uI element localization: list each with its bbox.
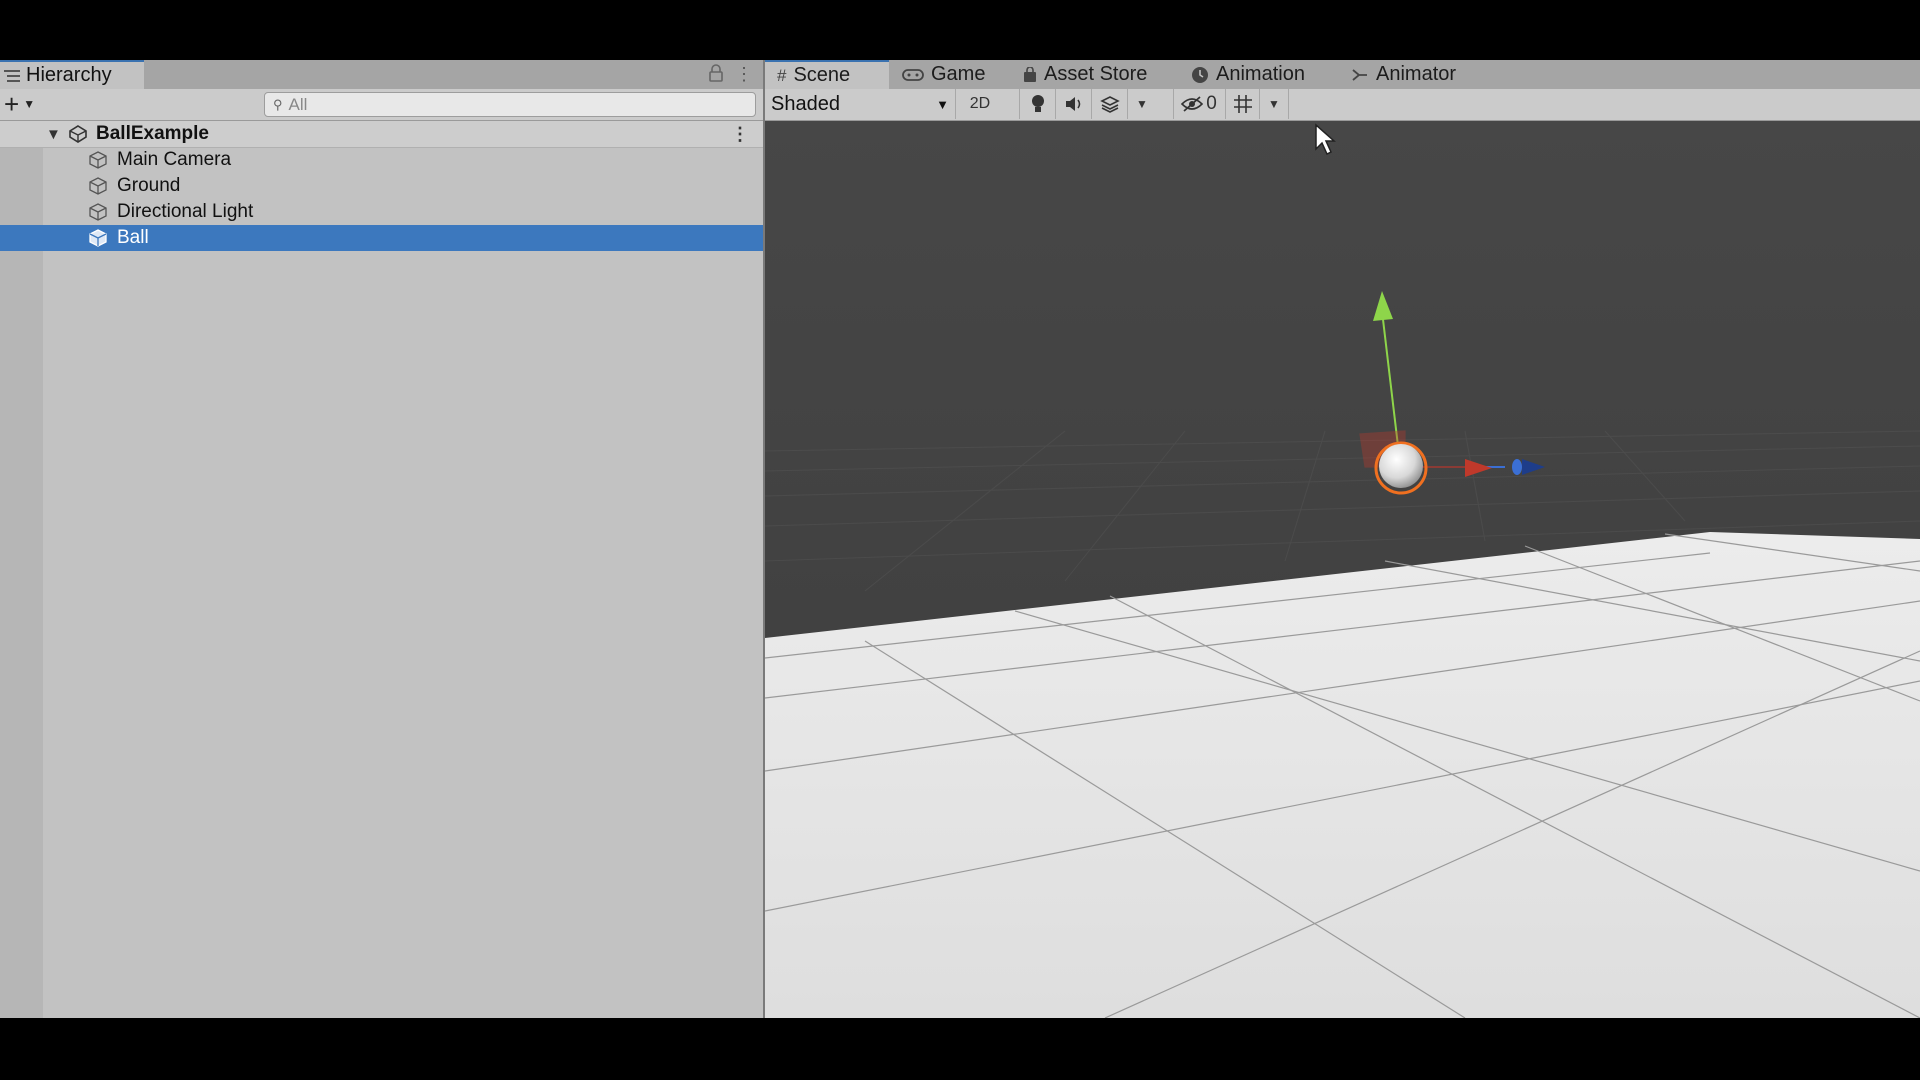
toggle-2d-button[interactable]: 2D [955, 89, 1004, 119]
hierarchy-item[interactable]: Main Camera [0, 147, 763, 173]
hidden-count: 0 [1206, 93, 1217, 114]
hierarchy-tabbar: Hierarchy ⋮ [0, 60, 763, 89]
grid-toggle[interactable] [1225, 89, 1260, 119]
ball-object[interactable] [1379, 444, 1423, 488]
plus-icon: + [4, 89, 20, 119]
grid-dropdown[interactable]: ▼ [1259, 89, 1289, 119]
hierarchy-toolbar: + ▼ ⚲ All [0, 89, 763, 121]
hierarchy-item-label: Directional Light [117, 201, 254, 222]
tab-game-label: Game [931, 63, 986, 85]
scene-tabbar: # Scene Game Asset Store Animation Anima… [765, 60, 1920, 89]
panel-menu-icon[interactable]: ⋮ [735, 64, 753, 85]
hierarchy-tab-tools: ⋮ [709, 64, 753, 85]
tab-hierarchy[interactable]: Hierarchy [0, 60, 144, 89]
chevron-down-icon: ▼ [1268, 97, 1280, 111]
hierarchy-item[interactable]: Directional Light [0, 199, 763, 225]
animator-icon [1352, 68, 1367, 81]
chevron-down-icon: ▼ [23, 97, 36, 111]
gamepad-icon [902, 68, 924, 81]
scene-view-render[interactable] [765, 121, 1920, 1018]
speaker-icon [1066, 97, 1081, 111]
scene-name: BallExample [96, 123, 209, 144]
effects-toggle[interactable] [1091, 89, 1128, 119]
effects-dropdown[interactable]: ▼ [1127, 89, 1156, 119]
unity-editor: Hierarchy ⋮ + ▼ ⚲ All ▼ BallExample ⋮ Ma… [0, 60, 1920, 1018]
scene-row[interactable]: ▼ BallExample ⋮ [0, 121, 763, 148]
gameobject-cube-icon [89, 177, 107, 195]
expand-arrow-icon[interactable]: ▼ [46, 126, 61, 143]
tab-scene-label: Scene [793, 64, 851, 86]
chevron-down-icon: ▼ [1136, 97, 1148, 111]
tab-scene[interactable]: # Scene [765, 60, 889, 89]
hierarchy-item-label: Ground [117, 175, 181, 196]
lightbulb-icon [1032, 95, 1044, 112]
tab-hierarchy-label: Hierarchy [26, 64, 112, 86]
gizmo-z-handle[interactable] [1512, 459, 1522, 475]
scene-visibility-toggle[interactable]: 0 [1173, 89, 1224, 119]
gameobject-cube-icon [89, 151, 107, 169]
search-input[interactable]: ⚲ All [264, 92, 756, 117]
hierarchy-gutter [0, 121, 43, 1018]
scene-panel: # Scene Game Asset Store Animation Anima… [765, 60, 1920, 1018]
tab-animation[interactable]: Animation [1191, 60, 1305, 89]
hierarchy-item[interactable]: Ground [0, 173, 763, 199]
shading-mode-value: Shaded [771, 92, 840, 115]
create-button[interactable]: + ▼ [4, 91, 35, 117]
bag-icon [1024, 66, 1036, 82]
tab-animation-label: Animation [1216, 63, 1305, 85]
lock-icon[interactable] [709, 64, 723, 82]
toggle-2d-label: 2D [969, 95, 991, 112]
grid-icon: # [777, 65, 787, 85]
tab-asset-store-label: Asset Store [1044, 63, 1148, 85]
mouse-cursor-icon [1315, 123, 1336, 156]
hierarchy-item-label: Main Camera [117, 149, 232, 170]
chevron-down-icon: ▼ [936, 96, 949, 112]
gameobject-cube-icon [89, 229, 107, 247]
scene-viewport[interactable] [765, 121, 1920, 1018]
lighting-toggle[interactable] [1019, 89, 1056, 119]
tab-animator[interactable]: Animator [1351, 60, 1456, 89]
search-placeholder: All [288, 94, 308, 114]
hierarchy-panel: Hierarchy ⋮ + ▼ ⚲ All ▼ BallExample ⋮ Ma… [0, 60, 763, 1018]
shading-mode-dropdown[interactable]: Shaded ▼ [771, 92, 953, 116]
scene-toolbar: Shaded ▼ 2D ▼ 0 ▼ [765, 89, 1920, 121]
grid-snap-icon [1234, 95, 1252, 113]
gameobject-cube-icon [89, 203, 107, 221]
clock-icon [1192, 66, 1208, 83]
tab-game[interactable]: Game [902, 60, 985, 89]
search-icon: ⚲ [273, 96, 283, 112]
audio-toggle[interactable] [1055, 89, 1092, 119]
hidden-eye-icon [1181, 96, 1204, 112]
hierarchy-item-selected[interactable]: Ball [0, 225, 763, 251]
effects-layers-icon [1100, 96, 1120, 113]
unity-scene-icon [69, 125, 87, 143]
list-icon [4, 69, 20, 82]
tab-asset-store[interactable]: Asset Store [1023, 60, 1147, 89]
tab-animator-label: Animator [1376, 63, 1457, 85]
scene-menu-icon[interactable]: ⋮ [731, 124, 749, 145]
hierarchy-item-label: Ball [117, 227, 149, 248]
